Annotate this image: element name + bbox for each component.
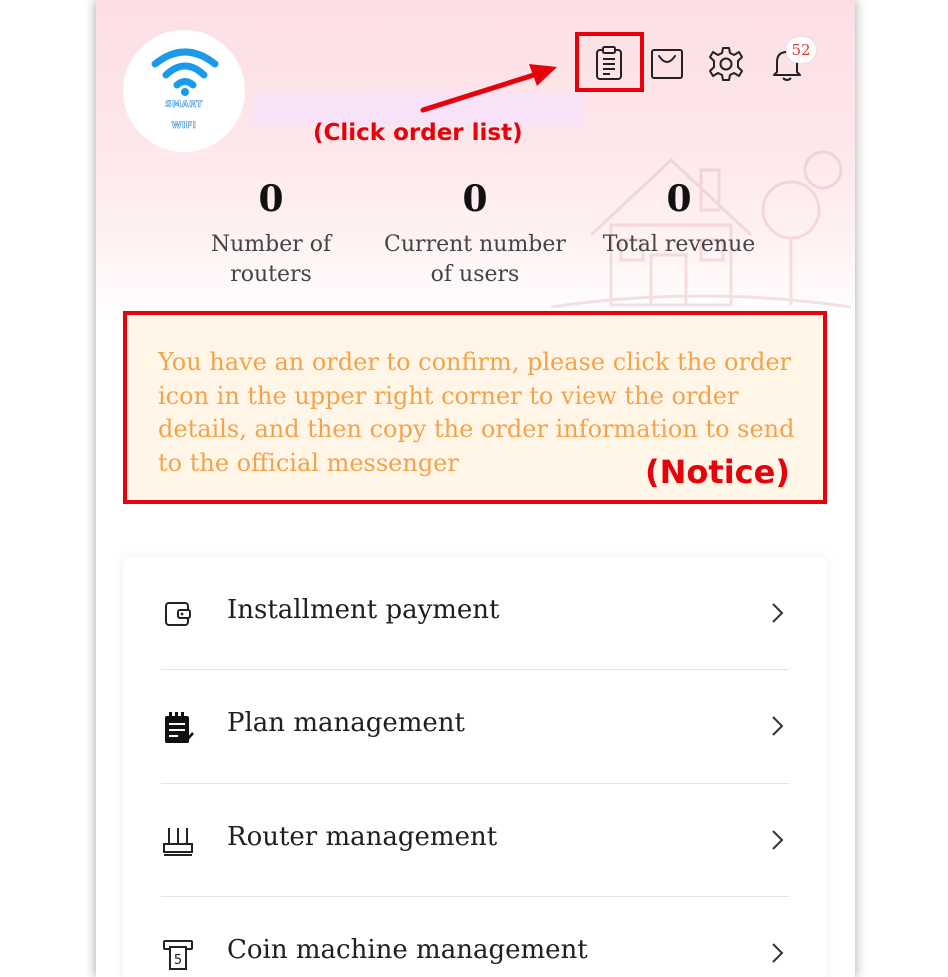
revenue-count: 0 bbox=[666, 178, 692, 220]
annotation-arrow bbox=[420, 64, 557, 113]
menu-label: Installment payment bbox=[227, 595, 500, 625]
router-icon bbox=[161, 824, 195, 858]
menu-item-router-management[interactable]: Router management bbox=[123, 784, 827, 897]
gear-icon bbox=[709, 47, 743, 81]
menu-label: Router management bbox=[227, 822, 498, 852]
chevron-right-icon bbox=[772, 716, 784, 736]
notification-badge: 52 bbox=[786, 37, 816, 63]
logo-text-line2: WIFI bbox=[171, 121, 197, 132]
revenue-label: Total revenue bbox=[602, 232, 756, 257]
wifi-icon bbox=[151, 48, 219, 96]
shop-button[interactable] bbox=[647, 44, 687, 84]
click-order-list-annotation: (Click order list) bbox=[313, 120, 523, 146]
svg-text:5: 5 bbox=[174, 953, 182, 968]
order-list-highlight-box bbox=[575, 32, 644, 92]
users-label: Current number of users bbox=[384, 232, 566, 287]
routers-count: 0 bbox=[258, 178, 284, 220]
notice-annotation: (Notice) bbox=[645, 453, 790, 491]
notepad-check-icon bbox=[161, 710, 195, 744]
chevron-right-icon bbox=[772, 830, 784, 850]
coin-machine-icon: 5 bbox=[161, 937, 195, 971]
settings-button[interactable] bbox=[706, 44, 746, 84]
chevron-right-icon bbox=[772, 603, 784, 623]
logo-text-line1: SMART bbox=[165, 100, 203, 111]
menu-label: Plan management bbox=[227, 708, 465, 738]
chevron-right-icon bbox=[772, 943, 784, 963]
wallet-icon bbox=[161, 597, 195, 631]
menu-label: Coin machine management bbox=[227, 935, 588, 965]
menu-item-coin-machine-management[interactable]: 5 Coin machine management bbox=[123, 897, 827, 977]
menu-item-installment-payment[interactable]: Installment payment bbox=[123, 557, 827, 670]
shopping-bag-icon bbox=[651, 49, 683, 79]
menu-item-plan-management[interactable]: Plan management bbox=[123, 670, 827, 783]
routers-label: Number of routers bbox=[210, 232, 332, 287]
menu-card: Installment payment Plan management Rout… bbox=[123, 557, 827, 977]
logo: SMART WIFI bbox=[123, 30, 245, 152]
users-count: 0 bbox=[462, 178, 488, 220]
